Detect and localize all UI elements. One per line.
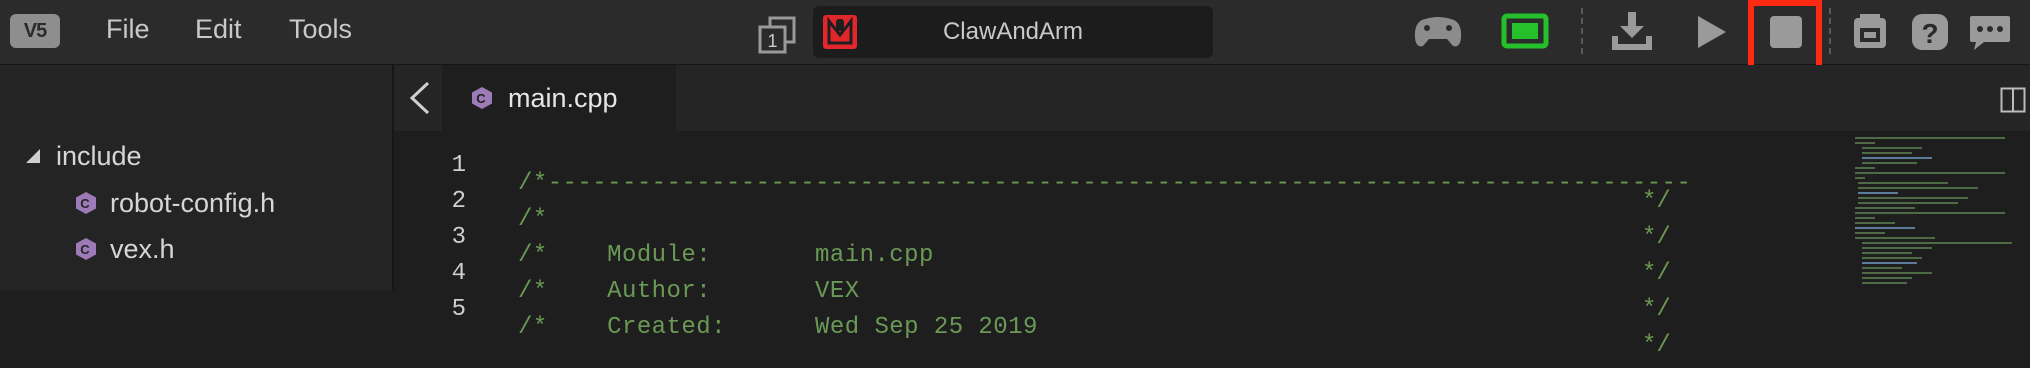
minimap-line xyxy=(1855,177,1865,179)
devices-icon[interactable] xyxy=(1846,10,1894,54)
code-comment-end: */ xyxy=(1642,188,1671,215)
minimap-line xyxy=(1855,227,1915,229)
code-text: /*--------------------------------------… xyxy=(518,170,1692,197)
code-comment-end: */ xyxy=(1642,296,1671,323)
editor-tab-bar: C main.cpp xyxy=(394,65,2030,131)
top-menu-bar: V5 File Edit Tools 1 ClawAndArm ? xyxy=(0,0,2030,72)
file-robot-config[interactable]: C robot-config.h xyxy=(74,183,275,223)
minimap-line xyxy=(1858,197,1968,199)
code-line: 1 /*------------------------------------… xyxy=(394,134,1691,215)
project-name: ClawAndArm xyxy=(942,18,1084,45)
code-minimap[interactable] xyxy=(1850,131,2030,290)
cpp-file-icon: C xyxy=(76,192,96,214)
minimap-line xyxy=(1862,257,1922,259)
minimap-line xyxy=(1862,277,1912,279)
minimap-line xyxy=(1862,262,1917,264)
toolbar-separator xyxy=(1581,8,1583,54)
stop-button-highlight xyxy=(1748,0,1822,72)
code-text: /* Module: main.cpp xyxy=(518,242,934,269)
code-comment-end: */ xyxy=(1642,332,1671,359)
toolbar-separator xyxy=(1829,8,1831,54)
folder-include[interactable]: include xyxy=(24,136,142,176)
svg-text:1: 1 xyxy=(767,31,777,51)
minimap-line xyxy=(1855,232,1885,234)
code-text: /* xyxy=(518,206,548,233)
file-vex-h[interactable]: C vex.h xyxy=(74,229,175,269)
code-comment-end: */ xyxy=(1642,260,1671,287)
brain-icon[interactable] xyxy=(1500,10,1550,54)
minimap-line xyxy=(1858,202,1958,204)
minimap-line xyxy=(1855,217,1875,219)
minimap-line xyxy=(1855,142,1875,144)
minimap-line xyxy=(1862,252,1912,254)
menu-tools[interactable]: Tools xyxy=(289,14,352,45)
line-number: 5 xyxy=(451,296,466,323)
code-line: 2 /* */ xyxy=(394,170,1671,251)
minimap-line xyxy=(1862,152,1912,154)
minimap-line xyxy=(1855,212,2005,214)
collapse-triangle-icon[interactable] xyxy=(24,147,42,165)
svg-text:?: ? xyxy=(1921,18,1938,49)
code-comment-end: */ xyxy=(1642,224,1671,251)
project-name-box[interactable]: ClawAndArm xyxy=(813,6,1213,58)
svg-text:C: C xyxy=(476,91,486,106)
minimap-line xyxy=(1862,242,2012,244)
vexcode-logo-icon: V5 xyxy=(10,14,60,48)
controller-icon[interactable] xyxy=(1412,10,1464,54)
minimap-line xyxy=(1862,157,1932,159)
minimap-line xyxy=(1862,162,1917,164)
svg-text:C: C xyxy=(80,196,90,211)
download-icon[interactable] xyxy=(1608,10,1656,54)
minimap-line xyxy=(1858,182,1948,184)
file-explorer: include C robot-config.h C vex.h xyxy=(0,65,394,290)
folder-label: include xyxy=(56,140,142,171)
cpp-file-icon: C xyxy=(472,87,492,109)
svg-text:C: C xyxy=(80,242,90,257)
minimap-line xyxy=(1855,222,1895,224)
minimap-line xyxy=(1858,187,1978,189)
cpp-file-icon: C xyxy=(76,238,96,260)
tab-label: main.cpp xyxy=(508,82,618,113)
chevron-left-icon[interactable] xyxy=(408,81,432,115)
minimap-line xyxy=(1855,167,1875,169)
file-label: vex.h xyxy=(110,233,175,264)
help-icon[interactable]: ? xyxy=(1906,10,1954,54)
minimap-line xyxy=(1855,137,2005,139)
minimap-line xyxy=(1862,267,1902,269)
code-line: 3 /* Module: main.cpp */ xyxy=(394,206,1671,287)
menu-edit[interactable]: Edit xyxy=(195,14,242,45)
feedback-icon[interactable] xyxy=(1966,10,2014,54)
minimap-line xyxy=(1855,172,2005,174)
menu-file[interactable]: File xyxy=(106,14,150,45)
code-text: /* Created: Wed Sep 25 2019 xyxy=(518,314,1038,341)
split-editor-icon[interactable] xyxy=(2000,87,2026,113)
code-editor[interactable]: 1 /*------------------------------------… xyxy=(394,131,1850,359)
minimap-line xyxy=(1862,147,1922,149)
file-label: robot-config.h xyxy=(110,187,276,218)
minimap-line xyxy=(1855,207,1915,209)
slot-selector-icon[interactable]: 1 xyxy=(758,16,796,54)
minimap-line xyxy=(1862,247,1932,249)
tab-main-cpp[interactable]: C main.cpp xyxy=(442,65,676,131)
code-text: /* Author: VEX xyxy=(518,278,860,305)
code-line: 5 /* Created: Wed Sep 25 2019 */ xyxy=(394,278,1671,359)
minimap-line xyxy=(1862,272,1932,274)
code-line: 4 /* Author: VEX */ xyxy=(394,242,1671,323)
play-icon[interactable] xyxy=(1686,10,1734,54)
minimap-line xyxy=(1858,192,1898,194)
minimap-line xyxy=(1862,282,1907,284)
minimap-line xyxy=(1855,237,1935,239)
